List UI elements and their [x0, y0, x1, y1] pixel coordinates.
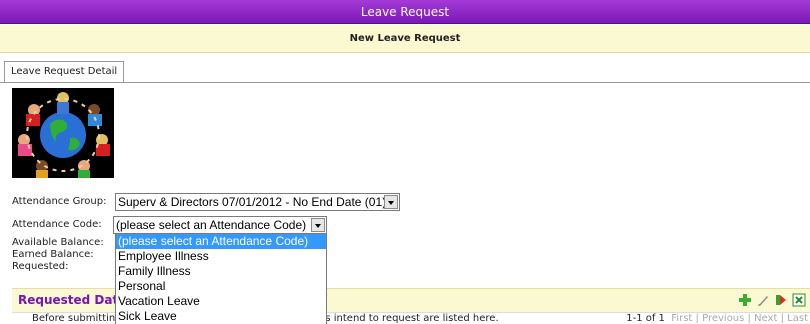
dropdown-option[interactable]: Family Illness: [116, 264, 326, 279]
pager-next[interactable]: Next: [754, 313, 777, 324]
requested-dates-toolbar: [738, 293, 806, 307]
window-title-bar: Leave Request: [0, 0, 810, 24]
dropdown-option[interactable]: Vacation Leave: [116, 294, 326, 309]
attendance-group-select[interactable]: Superv & Directors 07/01/2012 - No End D…: [115, 193, 400, 211]
earned-balance-label: Earned Balance:: [12, 249, 94, 260]
chevron-down-icon[interactable]: [311, 218, 325, 232]
available-balance-label: Available Balance:: [12, 237, 104, 248]
export-icon[interactable]: [774, 293, 788, 307]
edit-icon[interactable]: [756, 293, 770, 307]
dropdown-option[interactable]: Sick Leave: [116, 309, 326, 324]
info-text-start: Before submittin: [32, 313, 116, 324]
pager: 1-1 of 1 First | Previous | Next | Last: [626, 313, 808, 324]
excel-icon[interactable]: [792, 293, 806, 307]
pager-range: 1-1 of 1: [626, 313, 665, 324]
attendance-code-value: (please select an Attendance Code): [116, 218, 307, 232]
subheader-title: New Leave Request: [349, 33, 461, 44]
add-icon[interactable]: [738, 293, 752, 307]
dropdown-option[interactable]: Employee Illness: [116, 249, 326, 264]
pager-first[interactable]: First: [671, 313, 692, 324]
dropdown-option[interactable]: (please select an Attendance Code): [116, 234, 326, 249]
attendance-code-dropdown-list[interactable]: (please select an Attendance Code) Emplo…: [115, 233, 327, 324]
info-text-end: rs intend to request are listed here.: [321, 313, 499, 324]
requested-dates-title: Requested Dat: [18, 293, 119, 307]
tab-divider: [0, 82, 810, 83]
tab-leave-request-detail[interactable]: Leave Request Detail: [4, 61, 125, 82]
attendance-group-label: Attendance Group:: [12, 196, 107, 207]
dropdown-option[interactable]: Personal: [116, 279, 326, 294]
globe-people-logo: [12, 88, 114, 178]
pager-last[interactable]: Last: [787, 313, 808, 324]
window-title: Leave Request: [360, 5, 450, 19]
pager-previous[interactable]: Previous: [702, 313, 744, 324]
attendance-code-select[interactable]: (please select an Attendance Code): [113, 216, 327, 234]
chevron-down-icon[interactable]: [384, 195, 398, 209]
tab-label: Leave Request Detail: [11, 66, 118, 77]
subheader: New Leave Request: [0, 25, 810, 53]
attendance-code-label: Attendance Code:: [12, 219, 102, 230]
requested-label: Requested:: [12, 261, 69, 272]
attendance-group-value: Superv & Directors 07/01/2012 - No End D…: [118, 195, 387, 209]
